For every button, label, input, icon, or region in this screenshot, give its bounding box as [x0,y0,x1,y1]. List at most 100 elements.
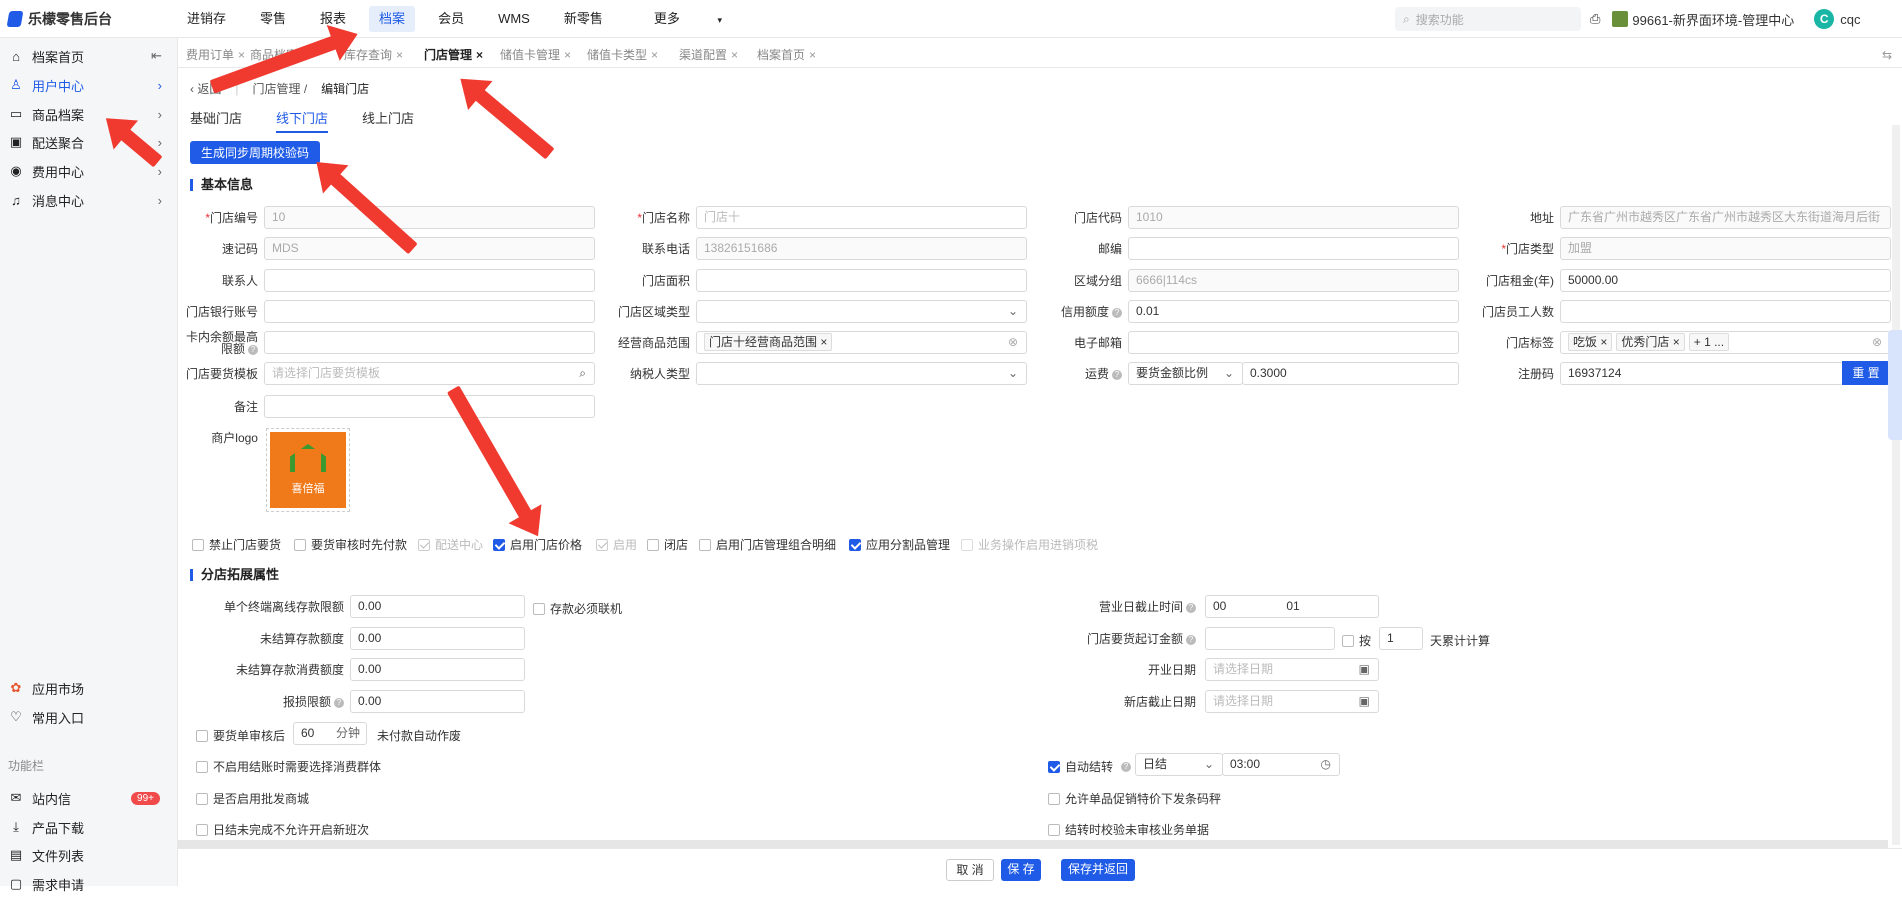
rent-input[interactable]: 50000.00 [1560,269,1891,292]
check-settle-verify[interactable]: 结转时校验未审核业务单据 [1048,821,1209,838]
store-type-input[interactable]: 加盟 [1560,237,1891,260]
tab-fee-orders[interactable]: 费用订单 × [180,45,251,65]
org-name[interactable]: 99661-新界面环境-管理中心 [1632,10,1794,29]
close-icon[interactable]: × [809,48,816,62]
settle-time-picker[interactable]: 03:00 ◷ [1222,753,1340,776]
sidebar-item-inbox[interactable]: ✉ 站内信 99+ [0,782,178,814]
printer-icon[interactable]: ⎙ [1590,11,1600,27]
scope-select[interactable]: 门店十经营商品范围 × ⊗ [696,331,1027,354]
check-forbid-order[interactable]: 禁止门店要货 [192,536,281,553]
bank-input[interactable] [264,300,595,323]
min-order-input[interactable] [1205,627,1335,650]
check-store-price[interactable]: 启用门店价格 [493,536,582,553]
close-icon[interactable]: × [396,48,403,62]
logo-upload[interactable]: 喜倍福 [266,428,350,512]
cancel-button[interactable]: 取 消 [946,859,994,881]
tab-archive-home[interactable]: 档案首页 × [751,45,822,65]
tab-offline-store[interactable]: 线下门店 [276,108,329,133]
reset-button[interactable]: 重 置 [1842,361,1890,385]
close-icon[interactable]: × [731,48,738,62]
auto-void-minutes[interactable]: 60 分钟 [293,722,367,745]
tab-online-store[interactable]: 线上门店 [362,108,414,133]
tab-card-management[interactable]: 储值卡管理 × [494,45,577,65]
store-tags-select[interactable]: 吃饭 × 优秀门店 × + 1 ... ⊗ [1560,331,1891,354]
nav-wms[interactable]: WMS [481,6,547,32]
avatar[interactable]: C [1814,9,1835,29]
loss-limit-input[interactable]: 0.00 [350,690,525,713]
check-split-goods[interactable]: 应用分割品管理 [849,536,950,553]
tabs-scroll-icon[interactable]: ⇆ [1876,45,1898,65]
settle-mode-select[interactable]: 日结 ⌄ [1135,753,1223,776]
address-input[interactable]: 广东省广州市越秀区广东省广州市越秀区大东街道海月后街 [1560,206,1891,229]
unsettled-amt-input[interactable]: 0.00 [350,627,525,650]
accumulate-days-input[interactable]: 1 [1379,627,1423,650]
close-icon[interactable]: × [651,48,658,62]
store-code-input[interactable]: 10 [264,206,595,229]
search-input[interactable]: ⌕ 搜索功能 [1395,7,1581,31]
staff-input[interactable] [1560,300,1891,323]
cutoff-time-input[interactable]: 00 01 [1205,595,1379,618]
check-scale-promo[interactable]: 允许单品促销特价下发条码秤 [1048,790,1221,807]
contact-input[interactable] [264,269,595,292]
check-auto-settle[interactable]: 自动结转? [1048,758,1132,775]
store-name-input[interactable]: 门店十 [696,206,1027,229]
check-accumulate[interactable]: 按 [1342,632,1371,649]
remark-input[interactable] [264,395,595,418]
freight-mode-select[interactable]: 要货金额比例 ⌄ [1128,362,1243,385]
region-group-input[interactable]: 6666|114cs [1128,269,1459,292]
horizontal-scrollbar[interactable] [178,840,1888,848]
save-and-return-button[interactable]: 保存并返回 [1061,859,1135,881]
collapse-icon[interactable]: ⇤ [151,48,162,64]
check-combo-detail[interactable]: 启用门店管理组合明细 [699,536,836,553]
save-button[interactable]: 保 存 [1001,859,1041,881]
unsettled-consume-input[interactable]: 0.00 [350,658,525,681]
app-logo[interactable]: 乐檬零售后台 [6,9,112,29]
region-type-select[interactable]: ⌄ [696,300,1027,323]
search-icon[interactable]: ⌕ [579,363,586,384]
phone-input[interactable]: 13826151686 [696,237,1027,260]
sidebar-item-requests[interactable]: ▢ 需求申请 [0,868,178,900]
sidebar-item-app-market[interactable]: ✿ 应用市场 [0,672,178,704]
credit-input[interactable]: 0.01 [1128,300,1459,323]
tab-basic-store[interactable]: 基础门店 [190,108,242,133]
open-date-picker[interactable]: 请选择日期 ▣ [1205,658,1379,681]
tab-store-management[interactable]: 门店管理 × [418,45,490,65]
clear-icon[interactable]: ⊗ [1008,332,1018,353]
area-input[interactable] [696,269,1027,292]
template-select[interactable]: 请选择门店要货模板 ⌕ [264,362,595,385]
nav-retail[interactable]: 零售 [243,6,303,32]
sidebar-item-archive-home[interactable]: ⌂ 档案首页 ⇤ [0,40,178,72]
generate-code-button[interactable]: 生成同步周期校验码 [190,141,320,164]
close-icon[interactable]: × [476,48,483,62]
check-pay-first[interactable]: 要货审核时先付款 [294,536,407,553]
sidebar-item-files[interactable]: ▤ 文件列表 [0,839,178,871]
sidebar-item-favorites[interactable]: ♡ 常用入口 [0,701,178,733]
close-icon[interactable]: × [564,48,571,62]
store-dm-input[interactable]: 1010 [1128,206,1459,229]
email-input[interactable] [1128,331,1459,354]
offline-limit-input[interactable]: 0.00 [350,595,525,618]
clear-icon[interactable]: ⊗ [1872,332,1882,353]
freight-value-input[interactable]: 0.3000 [1242,362,1459,385]
nav-more[interactable]: 更多 ▾ [620,6,756,32]
nav-archive[interactable]: 档案 [369,6,416,32]
card-max-input[interactable] [264,331,595,354]
breadcrumb-parent[interactable]: 门店管理 / [252,80,307,97]
zip-input[interactable] [1128,237,1459,260]
tab-channel-config[interactable]: 渠道配置 × [673,45,744,65]
nav-inventory[interactable]: 进销存 [170,6,243,32]
vertical-scrollbar[interactable] [1892,125,1900,845]
sidebar-item-user-center[interactable]: ♙ 用户中心 › [0,69,178,101]
nav-new-retail[interactable]: 新零售 [547,6,620,32]
reg-code-input[interactable]: 16937124 [1560,362,1843,385]
nav-member[interactable]: 会员 [421,6,481,32]
checkbox[interactable] [196,729,208,742]
check-shift[interactable]: 日结未完成不允许开启新班次 [196,821,369,838]
quick-code-input[interactable]: MDS [264,237,595,260]
check-must-online[interactable]: 存款必须联机 [533,600,622,617]
tag-more[interactable]: + 1 ... [1688,333,1730,351]
floating-side-panel[interactable] [1888,330,1902,440]
tax-type-select[interactable]: ⌄ [696,362,1027,385]
sidebar-item-messages[interactable]: ♫ 消息中心 › [0,184,178,216]
check-consumer-group[interactable]: 不启用结账时需要选择消费群体 [196,758,381,775]
